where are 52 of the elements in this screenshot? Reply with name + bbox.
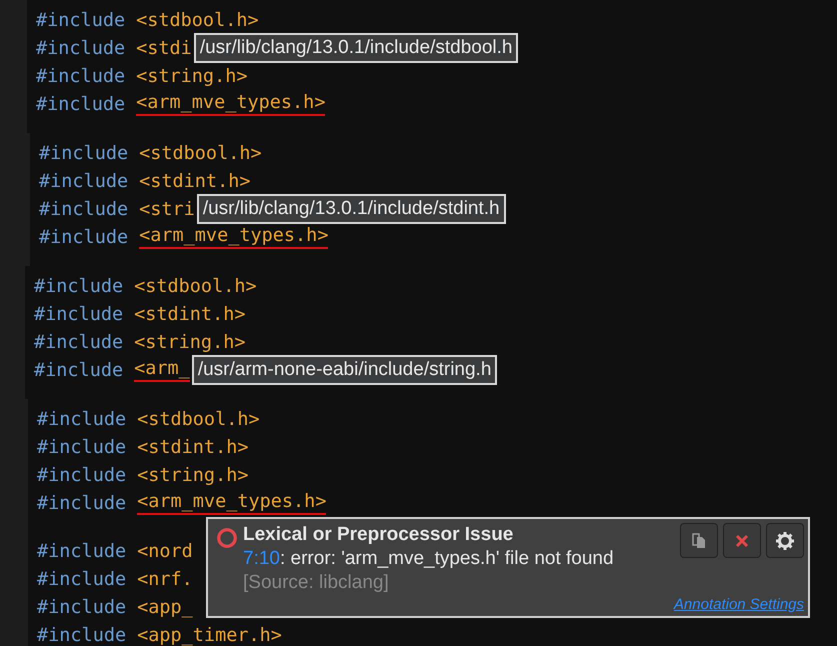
directive-keyword: #include <box>37 568 126 590</box>
directive-keyword: #include <box>34 332 124 352</box>
include-path: <stdbool.h> <box>136 10 259 30</box>
include-path: <nord <box>137 540 193 562</box>
directive-keyword: #include <box>34 304 124 324</box>
directive-keyword: #include <box>39 142 128 164</box>
include-path: <arm_mve_types.h> <box>136 92 326 116</box>
include-path: <nrf. <box>137 568 193 590</box>
include-path: <string.h> <box>136 66 248 86</box>
settings-button[interactable] <box>766 523 804 558</box>
include-path: <arm_ <box>134 358 190 382</box>
include-path: <arm_mve_types.h> <box>137 491 326 515</box>
directive-keyword: #include <box>36 94 126 114</box>
include-path: <stdint.h> <box>134 304 246 324</box>
issue-title: Lexical or Preprocessor Issue <box>243 523 514 547</box>
error-message: 7:10: error: 'arm_mve_types.h' file not found <box>243 547 615 571</box>
path-tooltip: /usr/lib/clang/13.0.1/include/stdbool.h <box>194 33 518 63</box>
directive-keyword: #include <box>39 198 128 220</box>
include-path: <stdbool.h> <box>139 142 262 164</box>
copy-button[interactable] <box>680 523 718 558</box>
include-path: <string.h> <box>134 332 246 352</box>
directive-keyword: #include <box>37 596 126 618</box>
directive-keyword: #include <box>36 66 126 86</box>
include-path: <string.h> <box>137 464 248 486</box>
directive-keyword: #include <box>37 408 126 430</box>
include-path: <app_timer.h> <box>137 624 282 646</box>
directive-keyword: #include <box>37 540 126 562</box>
directive-keyword: #include <box>39 170 128 192</box>
directive-keyword: #include <box>37 492 126 514</box>
include-path: <app_ <box>137 596 193 618</box>
error-icon <box>216 527 238 549</box>
directive-keyword: #include <box>34 360 124 380</box>
include-path: <stdbool.h> <box>137 408 260 430</box>
close-button[interactable] <box>723 523 761 558</box>
include-path: <stri <box>139 198 195 220</box>
directive-keyword: #include <box>36 38 126 58</box>
include-path: <stdint.h> <box>137 436 248 458</box>
directive-keyword: #include <box>36 10 126 30</box>
path-tooltip: /usr/arm-none-eabi/include/string.h <box>192 355 498 385</box>
include-path: <arm_mve_types.h> <box>139 225 328 249</box>
directive-keyword: #include <box>37 624 126 646</box>
path-tooltip: /usr/lib/clang/13.0.1/include/stdint.h <box>196 194 506 224</box>
directive-keyword: #include <box>37 436 126 458</box>
annotation-settings-link[interactable]: Annotation Settings <box>674 596 804 613</box>
include-path: <stdi <box>136 38 192 58</box>
source-label: [Source: libclang] <box>243 571 390 595</box>
directive-keyword: #include <box>37 464 126 486</box>
settings-icon <box>775 530 795 550</box>
include-path: <stdbool.h> <box>134 276 257 296</box>
directive-keyword: #include <box>39 226 128 248</box>
include-path: <stdint.h> <box>139 170 250 192</box>
directive-keyword: #include <box>34 276 124 296</box>
